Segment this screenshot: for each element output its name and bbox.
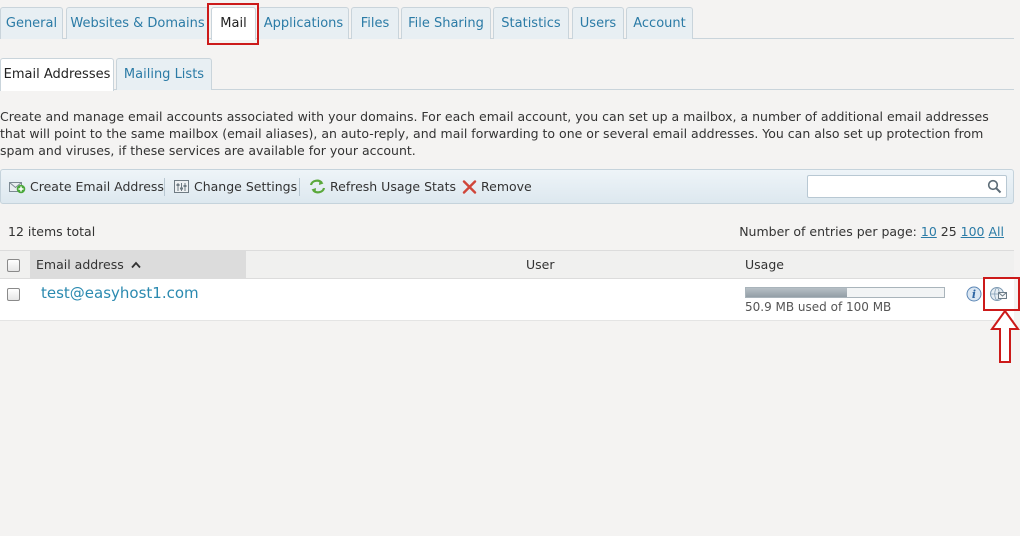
per-page-label: Number of entries per page: <box>739 224 917 239</box>
entries-per-page: Number of entries per page: 10 25 100 Al… <box>739 224 1004 239</box>
sort-ascending-icon <box>131 261 141 269</box>
per-page-25: 25 <box>940 224 957 239</box>
column-user[interactable]: User <box>526 251 555 278</box>
column-usage[interactable]: Usage <box>745 251 784 278</box>
column-email-label: Email address <box>36 257 124 272</box>
change-settings-button[interactable]: Change Settings <box>174 170 297 203</box>
create-email-icon <box>9 181 26 193</box>
usage-bar <box>745 287 945 298</box>
email-address-link[interactable]: test@easyhost1.com <box>41 284 199 302</box>
column-email-address[interactable]: Email address <box>30 251 246 278</box>
table-row: test@easyhost1.com 50.9 MB used of 100 M… <box>0 279 1014 321</box>
select-all-checkbox[interactable] <box>7 259 20 272</box>
refresh-usage-button[interactable]: Refresh Usage Stats <box>309 170 456 203</box>
tab-websites-domains[interactable]: Websites & Domains <box>66 7 209 39</box>
remove-icon <box>462 179 477 194</box>
tab-file-sharing[interactable]: File Sharing <box>401 7 491 39</box>
main-tab-bar: General Websites & Domains Mail Applicat… <box>0 7 1014 40</box>
create-email-label: Create Email Address <box>30 179 164 194</box>
tab-files[interactable]: Files <box>351 7 399 39</box>
info-icon[interactable]: i <box>966 286 982 302</box>
table-header: Email address User Usage <box>0 250 1014 279</box>
toolbar-separator <box>299 178 300 196</box>
toolbar: Create Email Address Change Settings Ref… <box>0 169 1014 204</box>
per-page-10[interactable]: 10 <box>921 224 937 239</box>
search-input[interactable] <box>808 176 978 197</box>
tab-statistics[interactable]: Statistics <box>493 7 569 39</box>
change-settings-label: Change Settings <box>194 179 298 194</box>
search-icon[interactable] <box>987 179 1002 194</box>
tab-general[interactable]: General <box>0 7 63 39</box>
mail-tab-highlight <box>207 3 259 45</box>
usage-bar-fill <box>746 288 847 297</box>
svg-text:i: i <box>972 288 976 301</box>
tab-applications[interactable]: Applications <box>258 7 349 39</box>
tab-account[interactable]: Account <box>626 7 693 39</box>
create-email-button[interactable]: Create Email Address <box>9 170 164 203</box>
tab-users[interactable]: Users <box>572 7 624 39</box>
tab-mailing-lists[interactable]: Mailing Lists <box>116 58 212 90</box>
per-page-100[interactable]: 100 <box>961 224 985 239</box>
up-arrow-icon <box>990 309 1020 363</box>
usage-text: 50.9 MB used of 100 MB <box>745 300 892 314</box>
refresh-icon <box>309 179 326 194</box>
row-checkbox[interactable] <box>7 288 20 301</box>
mail-sub-tab-bar: Email Addresses Mailing Lists <box>0 58 1014 91</box>
remove-label: Remove <box>481 179 532 194</box>
settings-icon <box>174 179 189 193</box>
search-field <box>807 175 1007 198</box>
items-total: 12 items total <box>8 224 96 239</box>
tab-email-addresses[interactable]: Email Addresses <box>0 58 114 91</box>
refresh-usage-label: Refresh Usage Stats <box>330 179 457 194</box>
remove-button[interactable]: Remove <box>462 170 532 203</box>
webmail-icon-highlight <box>983 277 1020 311</box>
per-page-all[interactable]: All <box>989 224 1005 239</box>
toolbar-separator <box>164 178 165 196</box>
page-description: Create and manage email accounts associa… <box>0 109 989 158</box>
